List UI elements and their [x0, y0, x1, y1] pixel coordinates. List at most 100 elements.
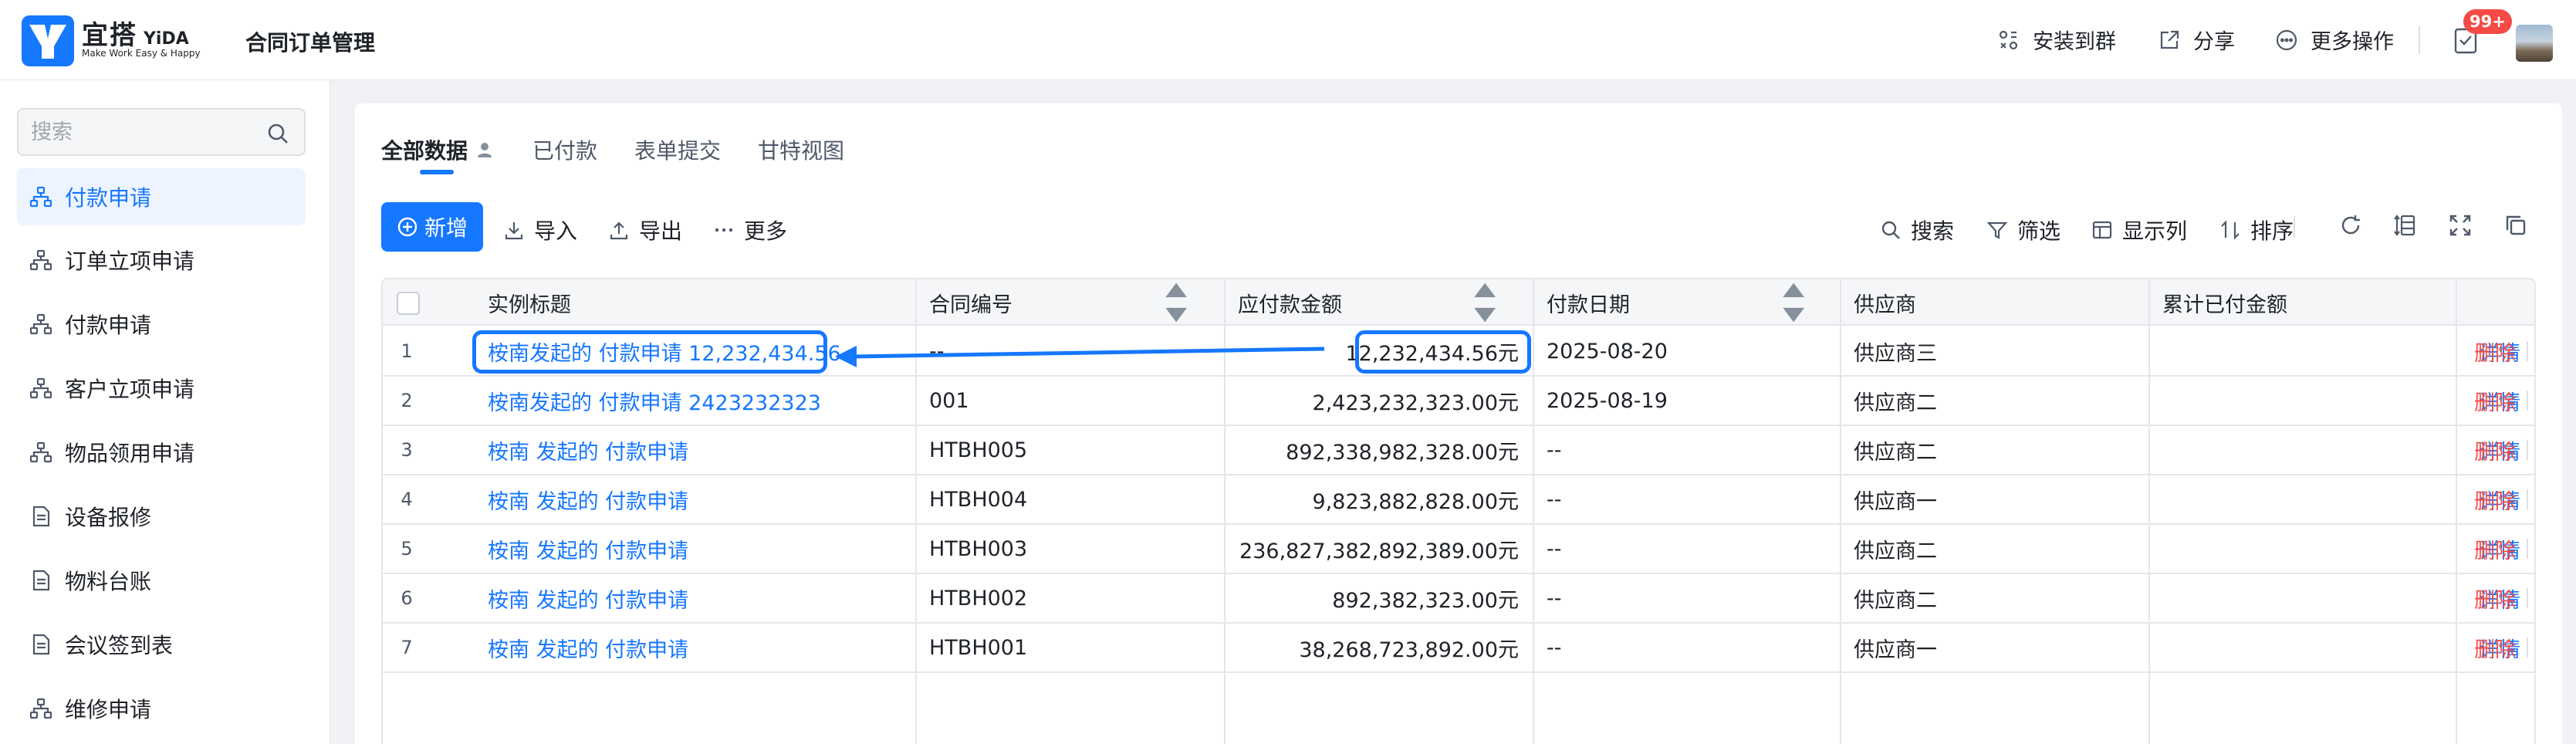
- payable-amount: 892,382,323.00元: [1332, 588, 1519, 613]
- copy-icon[interactable]: [2503, 213, 2528, 238]
- sidebar-item-payment-request[interactable]: 付款申请: [17, 168, 306, 225]
- table-row[interactable]: 4 桉南 发起的 付款申请 HTBH004 9,823,882,828.00元 …: [383, 475, 2534, 525]
- row-height-icon[interactable]: [2392, 213, 2417, 238]
- sidebar-item-payment-request-2[interactable]: 付款申请: [17, 296, 306, 353]
- tab-paid[interactable]: 已付款: [532, 134, 597, 165]
- payment-date: --: [1547, 586, 1562, 610]
- column-header-supplier[interactable]: 供应商: [1854, 279, 1916, 326]
- filter-icon: [1986, 222, 2008, 239]
- column-header-amount[interactable]: 应付款金额: [1238, 279, 1342, 326]
- fullscreen-icon[interactable]: [2448, 213, 2473, 238]
- refresh-icon[interactable]: [2338, 213, 2363, 238]
- contract-number: HTBH001: [929, 635, 1028, 660]
- tab-gantt-view[interactable]: 甘特视图: [758, 134, 844, 165]
- supplier: 供应商三: [1854, 341, 1937, 366]
- column-header-title[interactable]: 实例标题: [488, 279, 571, 326]
- table-row[interactable]: 3 桉南 发起的 付款申请 HTBH005 892,338,982,328.00…: [383, 426, 2534, 475]
- contract-number: --: [929, 339, 945, 364]
- sidebar-search-input[interactable]: [31, 120, 262, 144]
- sort-arrows-icon[interactable]: [1164, 279, 1188, 326]
- sidebar-item-item-requisition[interactable]: 物品领用申请: [17, 424, 306, 481]
- sidebar-item-order-project[interactable]: 订单立项申请: [17, 232, 306, 289]
- add-button[interactable]: 新增: [381, 202, 483, 252]
- delete-link[interactable]: 删除: [2474, 525, 2516, 573]
- search-icon[interactable]: [265, 121, 290, 146]
- delete-link[interactable]: 删除: [2474, 377, 2516, 424]
- yida-logo-icon[interactable]: [22, 15, 74, 66]
- share-button[interactable]: 分享: [2158, 25, 2235, 55]
- supplier: 供应商一: [1854, 637, 1937, 662]
- select-all-checkbox[interactable]: [397, 292, 420, 315]
- sidebar-item-equipment-repair[interactable]: 设备报修: [17, 488, 306, 545]
- payment-date: --: [1547, 438, 1562, 462]
- column-header-label: 应付款金额: [1238, 293, 1342, 317]
- supplier: 供应商一: [1854, 489, 1937, 514]
- sort-arrows-icon[interactable]: [1781, 279, 1806, 326]
- row-title-link[interactable]: 桉南 发起的 付款申请: [488, 574, 688, 622]
- sidebar-item-label: 维修申请: [65, 697, 152, 722]
- org-chart-icon: [29, 186, 52, 208]
- sort-button[interactable]: 排序: [2219, 215, 2294, 245]
- sidebar-item-label: 物料台账: [65, 569, 152, 594]
- column-header-contract[interactable]: 合同编号: [929, 279, 1012, 326]
- column-header-paid-total[interactable]: 累计已付金额: [2162, 279, 2287, 326]
- delete-link[interactable]: 删除: [2474, 475, 2516, 523]
- org-chart-icon: [29, 249, 52, 271]
- import-button[interactable]: 导入: [503, 215, 577, 245]
- display-columns-button[interactable]: 显示列: [2091, 215, 2187, 245]
- sidebar-item-label: 会议签到表: [65, 633, 174, 658]
- export-button[interactable]: 导出: [608, 215, 682, 245]
- filter-label: 筛选: [2017, 218, 2061, 244]
- table-search-button[interactable]: 搜索: [1880, 215, 1954, 245]
- highlight-box-amount: [1355, 330, 1531, 374]
- row-index: 5: [401, 538, 413, 560]
- table-row[interactable]: 7 桉南 发起的 付款申请 HTBH001 38,268,723,892.00元…: [383, 624, 2534, 673]
- more-actions-button[interactable]: 更多操作: [2275, 25, 2394, 55]
- org-chart-icon: [29, 698, 52, 719]
- contract-number: HTBH005: [929, 438, 1028, 462]
- row-index: 7: [401, 637, 413, 658]
- search-label: 搜索: [1911, 218, 1955, 244]
- sidebar: 付款申请 订单立项申请 付款申请 客户立项申请 物品领用申请 设备报修 物料台账…: [0, 80, 330, 744]
- column-header-date[interactable]: 付款日期: [1547, 279, 1630, 326]
- install-to-group-button[interactable]: 安装到群: [1997, 25, 2116, 55]
- row-title-link[interactable]: 桉南 发起的 付款申请: [488, 426, 688, 474]
- delete-link[interactable]: 删除: [2474, 426, 2516, 474]
- sidebar-item-customer-project[interactable]: 客户立项申请: [17, 360, 306, 417]
- row-title-link[interactable]: 桉南 发起的 付款申请: [488, 475, 688, 523]
- delete-link[interactable]: 删除: [2474, 327, 2516, 375]
- delete-link[interactable]: 删除: [2474, 624, 2516, 671]
- sidebar-item-label: 物品领用申请: [65, 441, 195, 466]
- app-title[interactable]: 合同订单管理: [245, 26, 375, 57]
- toolbar-divider: [2294, 216, 2295, 238]
- column-header-label: 付款日期: [1547, 293, 1630, 317]
- row-title-link[interactable]: 桉南发起的 付款申请 2423232323: [488, 377, 821, 424]
- table-row[interactable]: 6 桉南 发起的 付款申请 HTBH002 892,382,323.00元 --…: [383, 574, 2534, 624]
- tab-form-submit[interactable]: 表单提交: [634, 134, 721, 165]
- sort-arrows-icon[interactable]: [1472, 279, 1497, 326]
- sidebar-item-maintenance-request[interactable]: 维修申请: [17, 680, 306, 737]
- sidebar-item-material-ledger[interactable]: 物料台账: [17, 552, 306, 609]
- search-icon: [1881, 221, 1900, 239]
- tab-all-data[interactable]: 全部数据: [381, 134, 494, 165]
- row-title-link[interactable]: 桉南 发起的 付款申请: [488, 525, 688, 573]
- delete-link[interactable]: 删除: [2474, 574, 2516, 622]
- payment-date: 2025-08-20: [1547, 339, 1668, 364]
- sidebar-item-meeting-signin[interactable]: 会议签到表: [17, 616, 306, 673]
- import-label: 导入: [534, 218, 578, 244]
- op-divider: [2527, 637, 2528, 658]
- avatar[interactable]: [2516, 25, 2553, 62]
- row-index: 3: [401, 439, 413, 461]
- table-row[interactable]: 5 桉南 发起的 付款申请 HTBH003 236,827,382,892,38…: [383, 525, 2534, 574]
- payment-date: --: [1547, 487, 1562, 512]
- table-row[interactable]: 2 桉南发起的 付款申请 2423232323 001 2,423,232,32…: [383, 377, 2534, 426]
- filter-button[interactable]: 筛选: [1986, 215, 2060, 245]
- install-icon: [1999, 30, 2018, 49]
- share-icon: [2160, 30, 2179, 49]
- more-button[interactable]: 更多: [713, 215, 787, 245]
- more-circle-icon: [2276, 29, 2297, 50]
- header-divider: [2419, 26, 2420, 54]
- user-icon: [478, 143, 492, 157]
- brand-slogan: Make Work Easy & Happy: [82, 48, 201, 59]
- row-title-link[interactable]: 桉南 发起的 付款申请: [488, 624, 688, 671]
